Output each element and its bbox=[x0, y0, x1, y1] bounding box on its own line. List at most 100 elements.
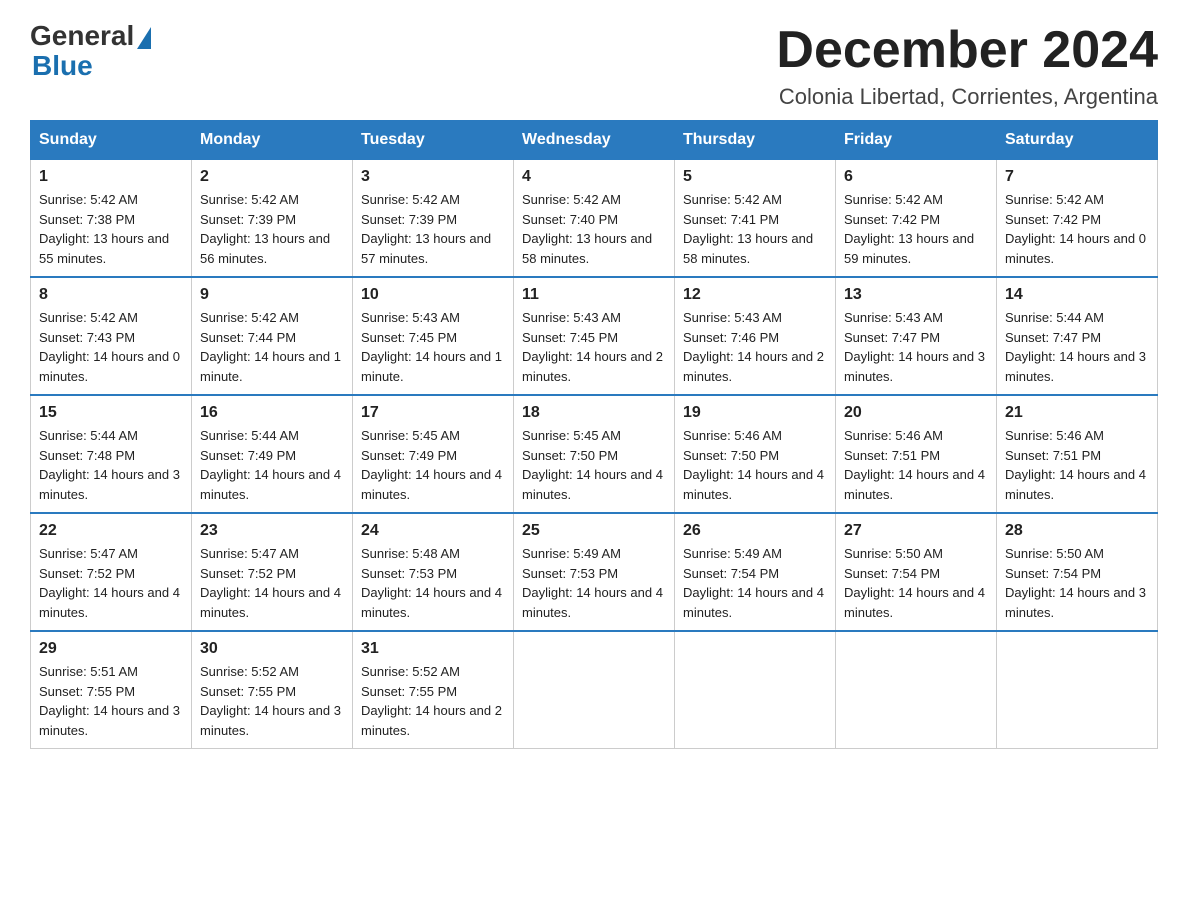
calendar-header-row: SundayMondayTuesdayWednesdayThursdayFrid… bbox=[31, 121, 1158, 160]
header-thursday: Thursday bbox=[675, 121, 836, 160]
sunrise-info: Sunrise: 5:52 AM bbox=[361, 664, 460, 679]
day-number: 5 bbox=[683, 168, 827, 186]
sunset-info: Sunset: 7:44 PM bbox=[200, 330, 296, 345]
daylight-info: Daylight: 14 hours and 4 minutes. bbox=[522, 585, 663, 620]
sunset-info: Sunset: 7:51 PM bbox=[844, 448, 940, 463]
day-info: Sunrise: 5:44 AMSunset: 7:49 PMDaylight:… bbox=[200, 426, 344, 504]
day-info: Sunrise: 5:42 AMSunset: 7:42 PMDaylight:… bbox=[1005, 190, 1149, 268]
header-tuesday: Tuesday bbox=[353, 121, 514, 160]
sunset-info: Sunset: 7:50 PM bbox=[522, 448, 618, 463]
calendar-cell: 15Sunrise: 5:44 AMSunset: 7:48 PMDayligh… bbox=[31, 395, 192, 513]
sunrise-info: Sunrise: 5:42 AM bbox=[522, 192, 621, 207]
sunset-info: Sunset: 7:49 PM bbox=[200, 448, 296, 463]
day-number: 18 bbox=[522, 404, 666, 422]
daylight-info: Daylight: 13 hours and 58 minutes. bbox=[522, 231, 652, 266]
sunset-info: Sunset: 7:53 PM bbox=[361, 566, 457, 581]
daylight-info: Daylight: 14 hours and 2 minutes. bbox=[683, 349, 824, 384]
day-info: Sunrise: 5:46 AMSunset: 7:51 PMDaylight:… bbox=[1005, 426, 1149, 504]
calendar-cell: 14 Sunrise: 5:44 AMSunset: 7:47 PMDayligh… bbox=[997, 277, 1158, 395]
sunrise-info: Sunrise: 5:42 AM bbox=[200, 192, 299, 207]
day-info: Sunrise: 5:42 AMSunset: 7:42 PMDaylight:… bbox=[844, 190, 988, 268]
sunset-info: Sunset: 7:42 PM bbox=[1005, 212, 1101, 227]
calendar-cell: 16Sunrise: 5:44 AMSunset: 7:49 PMDayligh… bbox=[192, 395, 353, 513]
sunset-info: Sunset: 7:41 PM bbox=[683, 212, 779, 227]
day-info: Sunrise: 5:46 AMSunset: 7:51 PMDaylight:… bbox=[844, 426, 988, 504]
logo: General Blue bbox=[30, 20, 151, 82]
day-info: Sunrise: 5:47 AMSunset: 7:52 PMDaylight:… bbox=[39, 544, 183, 622]
calendar-cell: 4 Sunrise: 5:42 AM Sunset: 7:40 PM Daylight… bbox=[514, 160, 675, 278]
daylight-info: Daylight: 14 hours and 4 minutes. bbox=[361, 585, 502, 620]
day-info: Sunrise: 5:45 AMSunset: 7:50 PMDaylight:… bbox=[522, 426, 666, 504]
sunset-info: Sunset: 7:46 PM bbox=[683, 330, 779, 345]
daylight-info: Daylight: 14 hours and 0 minutes. bbox=[1005, 231, 1146, 266]
logo-general: General bbox=[30, 20, 134, 52]
daylight-info: Daylight: 14 hours and 1 minute. bbox=[361, 349, 502, 384]
sunrise-info: Sunrise: 5:47 AM bbox=[39, 546, 138, 561]
day-number: 29 bbox=[39, 640, 183, 658]
daylight-info: Daylight: 14 hours and 3 minutes. bbox=[1005, 349, 1146, 384]
sunrise-info: Sunrise: 5:42 AM bbox=[39, 310, 138, 325]
sunset-info: Sunset: 7:39 PM bbox=[200, 212, 296, 227]
calendar-cell: 11Sunrise: 5:43 AMSunset: 7:45 PMDayligh… bbox=[514, 277, 675, 395]
day-number: 21 bbox=[1005, 404, 1149, 422]
day-number: 4 bbox=[522, 168, 666, 186]
day-info: Sunrise: 5:42 AMSunset: 7:39 PMDaylight:… bbox=[361, 190, 505, 268]
daylight-info: Daylight: 14 hours and 4 minutes. bbox=[1005, 467, 1146, 502]
sunrise-info: Sunrise: 5:42 AM bbox=[361, 192, 460, 207]
daylight-info: Daylight: 13 hours and 55 minutes. bbox=[39, 231, 169, 266]
calendar-cell: 24Sunrise: 5:48 AMSunset: 7:53 PMDayligh… bbox=[353, 513, 514, 631]
day-number: 13 bbox=[844, 286, 988, 304]
sunset-info: Sunset: 7:55 PM bbox=[200, 684, 296, 699]
calendar-cell: 25Sunrise: 5:49 AMSunset: 7:53 PMDayligh… bbox=[514, 513, 675, 631]
calendar-cell: 26Sunrise: 5:49 AMSunset: 7:54 PMDayligh… bbox=[675, 513, 836, 631]
sunset-info: Sunset: 7:54 PM bbox=[1005, 566, 1101, 581]
sunset-info: Sunset: 7:51 PM bbox=[1005, 448, 1101, 463]
sunset-info: Sunset: 7:43 PM bbox=[39, 330, 135, 345]
title-block: December 2024 Colonia Libertad, Corrient… bbox=[776, 20, 1158, 110]
day-info: Sunrise: 5:42 AMSunset: 7:39 PMDaylight:… bbox=[200, 190, 344, 268]
day-info: Sunrise: 5:50 AMSunset: 7:54 PMDaylight:… bbox=[1005, 544, 1149, 622]
calendar-cell: 31Sunrise: 5:52 AMSunset: 7:55 PMDayligh… bbox=[353, 631, 514, 749]
header-friday: Friday bbox=[836, 121, 997, 160]
daylight-info: Daylight: 14 hours and 2 minutes. bbox=[361, 703, 502, 738]
sunset-info: Sunset: 7:47 PM bbox=[844, 330, 940, 345]
day-number: 6 bbox=[844, 168, 988, 186]
sunrise-info: Sunrise: 5:45 AM bbox=[361, 428, 460, 443]
sunset-info: Sunset: 7:53 PM bbox=[522, 566, 618, 581]
sunrise-info: Sunrise: 5:50 AM bbox=[1005, 546, 1104, 561]
sunset-info: Sunset: 7:45 PM bbox=[361, 330, 457, 345]
day-info: Sunrise: 5:48 AMSunset: 7:53 PMDaylight:… bbox=[361, 544, 505, 622]
sunset-info: Sunset: 7:40 PM bbox=[522, 212, 618, 227]
calendar-cell bbox=[514, 631, 675, 749]
sunrise-info: Sunrise: 5:47 AM bbox=[200, 546, 299, 561]
day-number: 14 bbox=[1005, 286, 1149, 304]
day-info: Sunrise: 5:43 AMSunset: 7:45 PMDaylight:… bbox=[522, 308, 666, 386]
day-info: Sunrise: 5:43 AMSunset: 7:46 PMDaylight:… bbox=[683, 308, 827, 386]
day-number: 2 bbox=[200, 168, 344, 186]
sunrise-info: Sunrise: 5:44 AM bbox=[1005, 310, 1104, 325]
sunrise-info: Sunrise: 5:50 AM bbox=[844, 546, 943, 561]
sunset-info: Sunset: 7:49 PM bbox=[361, 448, 457, 463]
daylight-info: Daylight: 13 hours and 57 minutes. bbox=[361, 231, 491, 266]
day-number: 3 bbox=[361, 168, 505, 186]
daylight-info: Daylight: 14 hours and 1 minute. bbox=[200, 349, 341, 384]
calendar-cell: 28Sunrise: 5:50 AMSunset: 7:54 PMDayligh… bbox=[997, 513, 1158, 631]
sunset-info: Sunset: 7:52 PM bbox=[39, 566, 135, 581]
day-info: Sunrise: 5:44 AMSunset: 7:47 PMDaylight:… bbox=[1005, 308, 1149, 386]
calendar-cell: 5Sunrise: 5:42 AMSunset: 7:41 PMDaylight… bbox=[675, 160, 836, 278]
day-number: 28 bbox=[1005, 522, 1149, 540]
day-info: Sunrise: 5:43 AMSunset: 7:47 PMDaylight:… bbox=[844, 308, 988, 386]
day-number: 17 bbox=[361, 404, 505, 422]
daylight-info: Daylight: 14 hours and 3 minutes. bbox=[844, 349, 985, 384]
sunset-info: Sunset: 7:42 PM bbox=[844, 212, 940, 227]
day-number: 12 bbox=[683, 286, 827, 304]
day-number: 25 bbox=[522, 522, 666, 540]
header-sunday: Sunday bbox=[31, 121, 192, 160]
day-number: 19 bbox=[683, 404, 827, 422]
calendar-cell: 7Sunrise: 5:42 AMSunset: 7:42 PMDaylight… bbox=[997, 160, 1158, 278]
daylight-info: Daylight: 14 hours and 4 minutes. bbox=[683, 585, 824, 620]
calendar-cell: 20Sunrise: 5:46 AMSunset: 7:51 PMDayligh… bbox=[836, 395, 997, 513]
calendar-cell: 8Sunrise: 5:42 AMSunset: 7:43 PMDaylight… bbox=[31, 277, 192, 395]
calendar-cell: 18 Sunrise: 5:45 AMSunset: 7:50 PMDayligh… bbox=[514, 395, 675, 513]
day-number: 22 bbox=[39, 522, 183, 540]
